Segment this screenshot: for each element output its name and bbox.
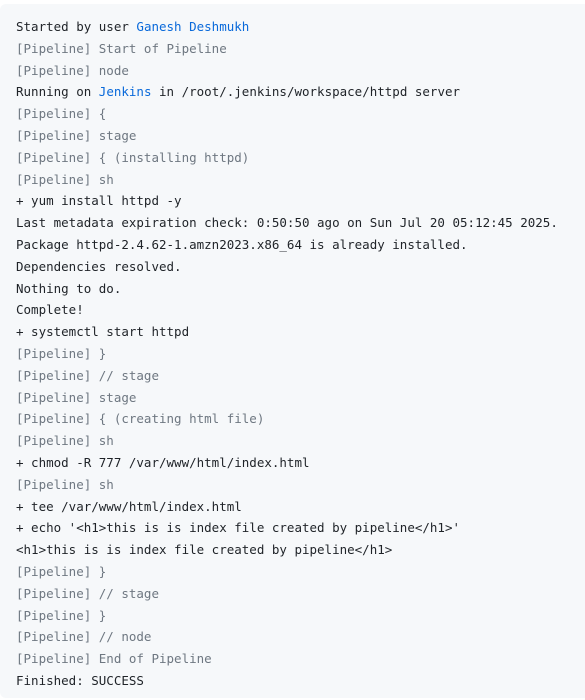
- pipeline-step-text: [Pipeline] // stage: [16, 367, 159, 383]
- started-by-line: Started by user Ganesh Deshmukh: [16, 16, 558, 38]
- pipeline-step-text: [Pipeline] }: [16, 563, 107, 579]
- running-on-label: Running on: [16, 84, 99, 100]
- pipeline-step-text: [Pipeline] sh: [16, 171, 114, 187]
- pipeline-step-text: [Pipeline] }: [16, 607, 107, 623]
- console-line: + systemctl start httpd: [16, 321, 558, 343]
- node-link[interactable]: Jenkins: [99, 84, 152, 99]
- console-line: Complete!: [16, 299, 558, 321]
- console-line: + echo '<h1>this is is index file create…: [16, 517, 558, 539]
- pipeline-step-text: [Pipeline] node: [16, 62, 129, 78]
- pipeline-step-text: [Pipeline] Start of Pipeline: [16, 40, 227, 56]
- pipeline-step-text: [Pipeline] // stage: [16, 585, 159, 601]
- pipeline-step-line: [Pipeline] { (creating html file): [16, 408, 558, 430]
- pipeline-step-text: [Pipeline] stage: [16, 127, 137, 143]
- running-on-line: Running on Jenkins in /root/.jenkins/wor…: [16, 81, 558, 103]
- console-text: Finished: SUCCESS: [16, 672, 144, 688]
- pipeline-step-line: [Pipeline] }: [16, 605, 558, 627]
- pipeline-step-text: [Pipeline] { (installing httpd): [16, 149, 250, 165]
- pipeline-step-text: [Pipeline] stage: [16, 389, 137, 405]
- pipeline-step-line: [Pipeline] sh: [16, 430, 558, 452]
- console-line: + yum install httpd -y: [16, 190, 558, 212]
- console-text: Last metadata expiration check: 0:50:50 …: [16, 215, 558, 231]
- pipeline-step-text: [Pipeline] {: [16, 106, 107, 122]
- pipeline-step-line: [Pipeline] // stage: [16, 365, 558, 387]
- console-text: <h1>this is is index file created by pip…: [16, 542, 393, 558]
- pipeline-step-line: [Pipeline] }: [16, 343, 558, 365]
- console-text: Package httpd-2.4.62-1.amzn2023.x86_64 i…: [16, 236, 468, 252]
- pipeline-step-line: [Pipeline] node: [16, 60, 558, 82]
- console-line: Finished: SUCCESS: [16, 670, 558, 692]
- console-line: <h1>this is is index file created by pip…: [16, 539, 558, 561]
- console-line: Package httpd-2.4.62-1.amzn2023.x86_64 i…: [16, 234, 558, 256]
- pipeline-step-text: [Pipeline] { (creating html file): [16, 411, 265, 427]
- pipeline-step-text: [Pipeline] sh: [16, 476, 114, 492]
- pipeline-step-line: [Pipeline] { (installing httpd): [16, 147, 558, 169]
- workspace-path-text: in /root/.jenkins/workspace/httpd server: [151, 84, 461, 100]
- console-text: + chmod -R 777 /var/www/html/index.html: [16, 454, 310, 470]
- console-line: Last metadata expiration check: 0:50:50 …: [16, 212, 558, 234]
- console-text: Nothing to do.: [16, 280, 122, 296]
- console-text: + tee /var/www/html/index.html: [16, 498, 242, 514]
- console-line: Nothing to do.: [16, 278, 558, 300]
- console-line: + chmod -R 777 /var/www/html/index.html: [16, 452, 558, 474]
- console-output-log: Started by user Ganesh Deshmukh [Pipeline…: [16, 16, 558, 692]
- console-text: Dependencies resolved.: [16, 258, 182, 274]
- pipeline-step-line: [Pipeline] // stage: [16, 583, 558, 605]
- pipeline-step-line: [Pipeline] End of Pipeline: [16, 648, 558, 670]
- console-text: Complete!: [16, 302, 84, 318]
- console-text: + yum install httpd -y: [16, 193, 182, 209]
- started-by-label: Started by user: [16, 19, 137, 34]
- console-text: + systemctl start httpd: [16, 324, 190, 340]
- pipeline-step-line: [Pipeline] Start of Pipeline: [16, 38, 558, 60]
- console-text: + echo '<h1>this is is index file create…: [16, 520, 461, 536]
- console-line: + tee /var/www/html/index.html: [16, 496, 558, 518]
- pipeline-step-text: [Pipeline] }: [16, 345, 107, 361]
- pipeline-step-line: [Pipeline] }: [16, 561, 558, 583]
- pipeline-step-text: [Pipeline] // node: [16, 629, 152, 645]
- user-link[interactable]: Ganesh Deshmukh: [136, 19, 249, 34]
- pipeline-step-line: [Pipeline] {: [16, 103, 558, 125]
- console-output-panel: Started by user Ganesh Deshmukh [Pipeline…: [0, 4, 585, 698]
- pipeline-step-line: [Pipeline] sh: [16, 169, 558, 191]
- pipeline-step-line: [Pipeline] stage: [16, 387, 558, 409]
- pipeline-step-line: [Pipeline] stage: [16, 125, 558, 147]
- pipeline-step-line: [Pipeline] sh: [16, 474, 558, 496]
- pipeline-step-line: [Pipeline] // node: [16, 626, 558, 648]
- pipeline-step-text: [Pipeline] End of Pipeline: [16, 651, 212, 667]
- console-line: Dependencies resolved.: [16, 256, 558, 278]
- pipeline-step-text: [Pipeline] sh: [16, 433, 114, 449]
